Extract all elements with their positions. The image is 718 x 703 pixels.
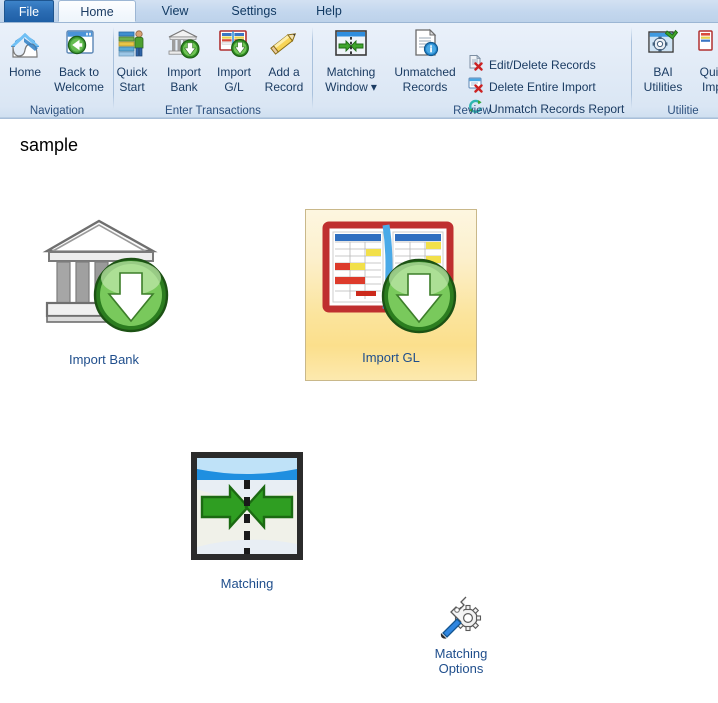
- document-info-icon: [388, 26, 462, 65]
- document-delete-icon: [467, 54, 484, 76]
- ribbon-button-quick-start-label-1: Quick: [116, 65, 148, 79]
- tile-import-gl-label: Import GL: [362, 350, 420, 365]
- tab-home-label: Home: [80, 5, 114, 19]
- ribbon-button-quick-import[interactable]: Quic Imp: [692, 26, 718, 94]
- ledger-download-icon: [316, 217, 466, 348]
- ribbon-bottom-divider: [0, 117, 718, 118]
- page-title: sample: [20, 135, 79, 155]
- ribbon-button-add-a-record-label-1: Add a: [268, 65, 300, 79]
- matching-arrows-icon: [316, 26, 386, 65]
- ribbon-button-edit-delete-records-label: Edit/Delete Records: [489, 58, 596, 72]
- window-delete-icon: [467, 76, 484, 98]
- ribbon-button-back-to-welcome-label-1: Back to: [58, 65, 100, 79]
- ribbon-group-label-navigation: Navigation: [29, 105, 85, 117]
- books-person-icon: [108, 26, 156, 65]
- ribbon-button-quick-import-label-2: Imp: [701, 79, 718, 94]
- ribbon-button-matching-window[interactable]: Matching Window ▾: [316, 26, 386, 94]
- tile-import-bank[interactable]: Import Bank: [36, 201, 172, 381]
- ribbon-button-home[interactable]: Home: [2, 26, 48, 80]
- tab-file-label: File: [18, 5, 40, 19]
- ribbon-button-bai-utilities-label-2: Utilities: [643, 79, 683, 94]
- tab-view[interactable]: View: [140, 0, 210, 22]
- ribbon-button-import-bank[interactable]: Import Bank: [158, 26, 210, 94]
- tab-settings-label: Settings: [231, 4, 277, 18]
- ribbon-button-matching-window-label-2: Window ▾: [316, 79, 386, 95]
- ribbon-button-matching-window-label-1: Matching: [326, 65, 376, 79]
- group-separator-2: [312, 27, 313, 109]
- tile-import-bank-icon-wrap: [37, 208, 171, 348]
- house-icon: [2, 26, 48, 65]
- ribbon-button-import-gl-label-2: G/L: [224, 79, 244, 94]
- tile-matching[interactable]: Matching: [180, 441, 314, 601]
- tile-matching-options-label-2: Options: [438, 661, 484, 676]
- ribbon-button-delete-entire-import-label: Delete Entire Import: [489, 80, 596, 94]
- ledger-download-icon: [210, 26, 258, 65]
- tab-file[interactable]: File: [4, 0, 54, 22]
- ribbon-button-import-gl[interactable]: Import G/L: [210, 26, 258, 94]
- ribbon-button-bai-utilities-label-1: BAI: [653, 65, 673, 79]
- workspace: sample Import Bank Import GL Matching Ma…: [0, 119, 718, 703]
- ribbon-group-label-review: Review: [453, 105, 491, 117]
- ribbon-group-label-enter-transactions: Enter Transactions: [165, 105, 261, 117]
- tile-matching-options-label-1: Matching: [434, 646, 488, 661]
- tile-import-gl[interactable]: Import GL: [305, 209, 477, 381]
- ribbon-button-import-bank-label-2: Bank: [170, 79, 198, 94]
- ribbon-button-import-gl-label-1: Import: [216, 65, 251, 79]
- tile-matching-label: Matching: [220, 576, 274, 591]
- bank-download-icon: [37, 211, 171, 346]
- ribbon-button-unmatched-records-label-1: Unmatched: [394, 65, 456, 79]
- tile-import-gl-icon-wrap: [306, 218, 476, 346]
- ribbon-button-quick-import-label-1: Quic: [699, 65, 718, 79]
- tile-matching-options[interactable]: Matching Options: [415, 589, 507, 687]
- ribbon-button-bai-utilities[interactable]: BAI Utilities: [636, 26, 690, 94]
- group-separator-3: [631, 27, 632, 109]
- tab-view-label: View: [161, 4, 189, 18]
- gear-window-icon: [636, 26, 690, 65]
- ribbon-button-unmatched-records-label-2: Records: [402, 79, 448, 94]
- ribbon-button-add-a-record-label-2: Record: [264, 79, 304, 94]
- pencil-icon: [258, 26, 310, 65]
- tab-home[interactable]: Home: [58, 0, 136, 22]
- ribbon-button-import-bank-label-1: Import: [166, 65, 201, 79]
- ribbon-button-back-to-welcome[interactable]: Back to Welcome: [50, 26, 108, 94]
- tile-import-bank-label: Import Bank: [68, 352, 140, 367]
- ribbon: Home Back to Welcome Quick Start Navigat…: [0, 23, 718, 119]
- tab-help-label: Help: [316, 4, 342, 18]
- ribbon-button-edit-delete-records[interactable]: Edit/Delete Records: [467, 54, 596, 76]
- tile-matching-icon-wrap: [181, 448, 313, 572]
- ribbon-button-home-label: Home: [8, 65, 41, 79]
- ribbon-tab-strip: File Home View Settings Help: [0, 0, 718, 23]
- quick-import-icon: [692, 26, 718, 65]
- ribbon-button-matching-window-label-2-text: Window: [325, 79, 368, 94]
- application-window: File Home View Settings Help Home Back t…: [0, 0, 718, 703]
- ribbon-button-add-a-record[interactable]: Add a Record: [258, 26, 310, 94]
- tile-matching-options-icon-wrap: [416, 594, 506, 642]
- window-back-arrow-icon: [50, 26, 108, 65]
- matching-arrows-icon: [186, 449, 308, 572]
- ribbon-button-back-to-welcome-label-2: Welcome: [54, 79, 104, 94]
- tab-help[interactable]: Help: [298, 0, 360, 22]
- ribbon-button-quick-start[interactable]: Quick Start: [108, 26, 156, 94]
- ribbon-group-label-utilities: Utilitie: [667, 105, 699, 117]
- tab-settings[interactable]: Settings: [214, 0, 294, 22]
- wrench-gear-icon: [437, 593, 485, 644]
- ribbon-button-delete-entire-import[interactable]: Delete Entire Import: [467, 76, 596, 98]
- ribbon-button-unmatched-records[interactable]: Unmatched Records: [388, 26, 462, 94]
- ribbon-button-quick-start-label-2: Start: [119, 79, 145, 94]
- chevron-down-icon[interactable]: ▾: [371, 80, 377, 94]
- bank-download-icon: [158, 26, 210, 65]
